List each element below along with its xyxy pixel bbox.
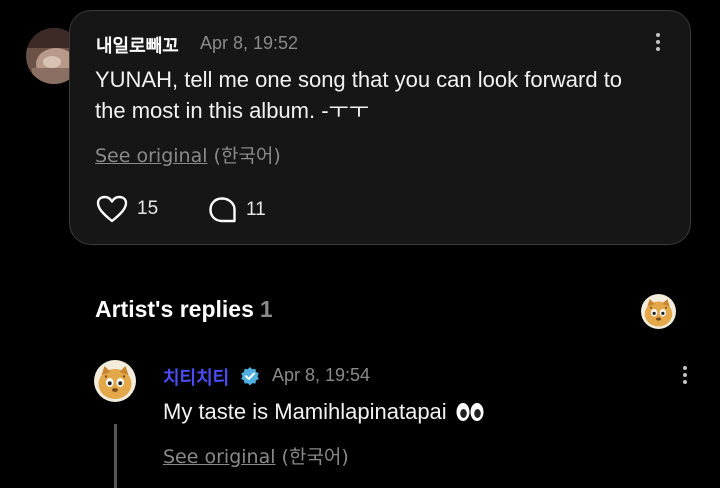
original-language: (한국어) xyxy=(213,145,281,167)
comment-timestamp: Apr 8, 19:52 xyxy=(200,33,299,53)
comment-text-line: the most in this album. -ㅜㅜ xyxy=(95,98,370,123)
reply-count: 11 xyxy=(246,199,266,220)
comment-bubble-icon xyxy=(209,197,236,223)
reply-thread-line xyxy=(114,424,117,488)
see-original-link[interactable]: See original xyxy=(95,145,208,167)
artist-replies-title: Artist's replies xyxy=(95,296,254,322)
comment-text-line: YUNAH, tell me one song that you can loo… xyxy=(95,67,623,92)
reply-text-content: My taste is Mamihlapinatapai xyxy=(163,399,447,424)
eyes-emoji-icon xyxy=(456,402,484,421)
artist-avatar-small[interactable] xyxy=(641,294,676,329)
heart-icon xyxy=(96,195,128,223)
reply-username[interactable]: 치티치티 xyxy=(163,364,229,390)
reply-text: My taste is Mamihlapinatapai xyxy=(163,396,485,427)
comment-username[interactable]: 내일로빼꼬 xyxy=(96,32,179,58)
comment-text: YUNAH, tell me one song that you can loo… xyxy=(95,64,622,126)
original-language: (한국어) xyxy=(281,446,349,468)
artist-replies-header: Artist's replies 1 xyxy=(95,296,273,323)
see-original-link[interactable]: See original xyxy=(163,446,276,468)
comment-see-original: See original (한국어) xyxy=(95,141,281,168)
reply-see-original: See original (한국어) xyxy=(163,442,349,469)
artist-replies-count: 1 xyxy=(259,296,273,322)
reply-timestamp: Apr 8, 19:54 xyxy=(272,365,371,385)
reply-button[interactable]: 11 xyxy=(208,196,266,224)
like-count: 15 xyxy=(137,198,159,219)
verified-badge-icon xyxy=(241,367,259,386)
like-button[interactable]: 15 xyxy=(96,195,158,223)
comment-more-icon[interactable] xyxy=(651,31,665,55)
reply-avatar[interactable] xyxy=(94,360,136,402)
reply-more-icon[interactable] xyxy=(678,364,692,388)
